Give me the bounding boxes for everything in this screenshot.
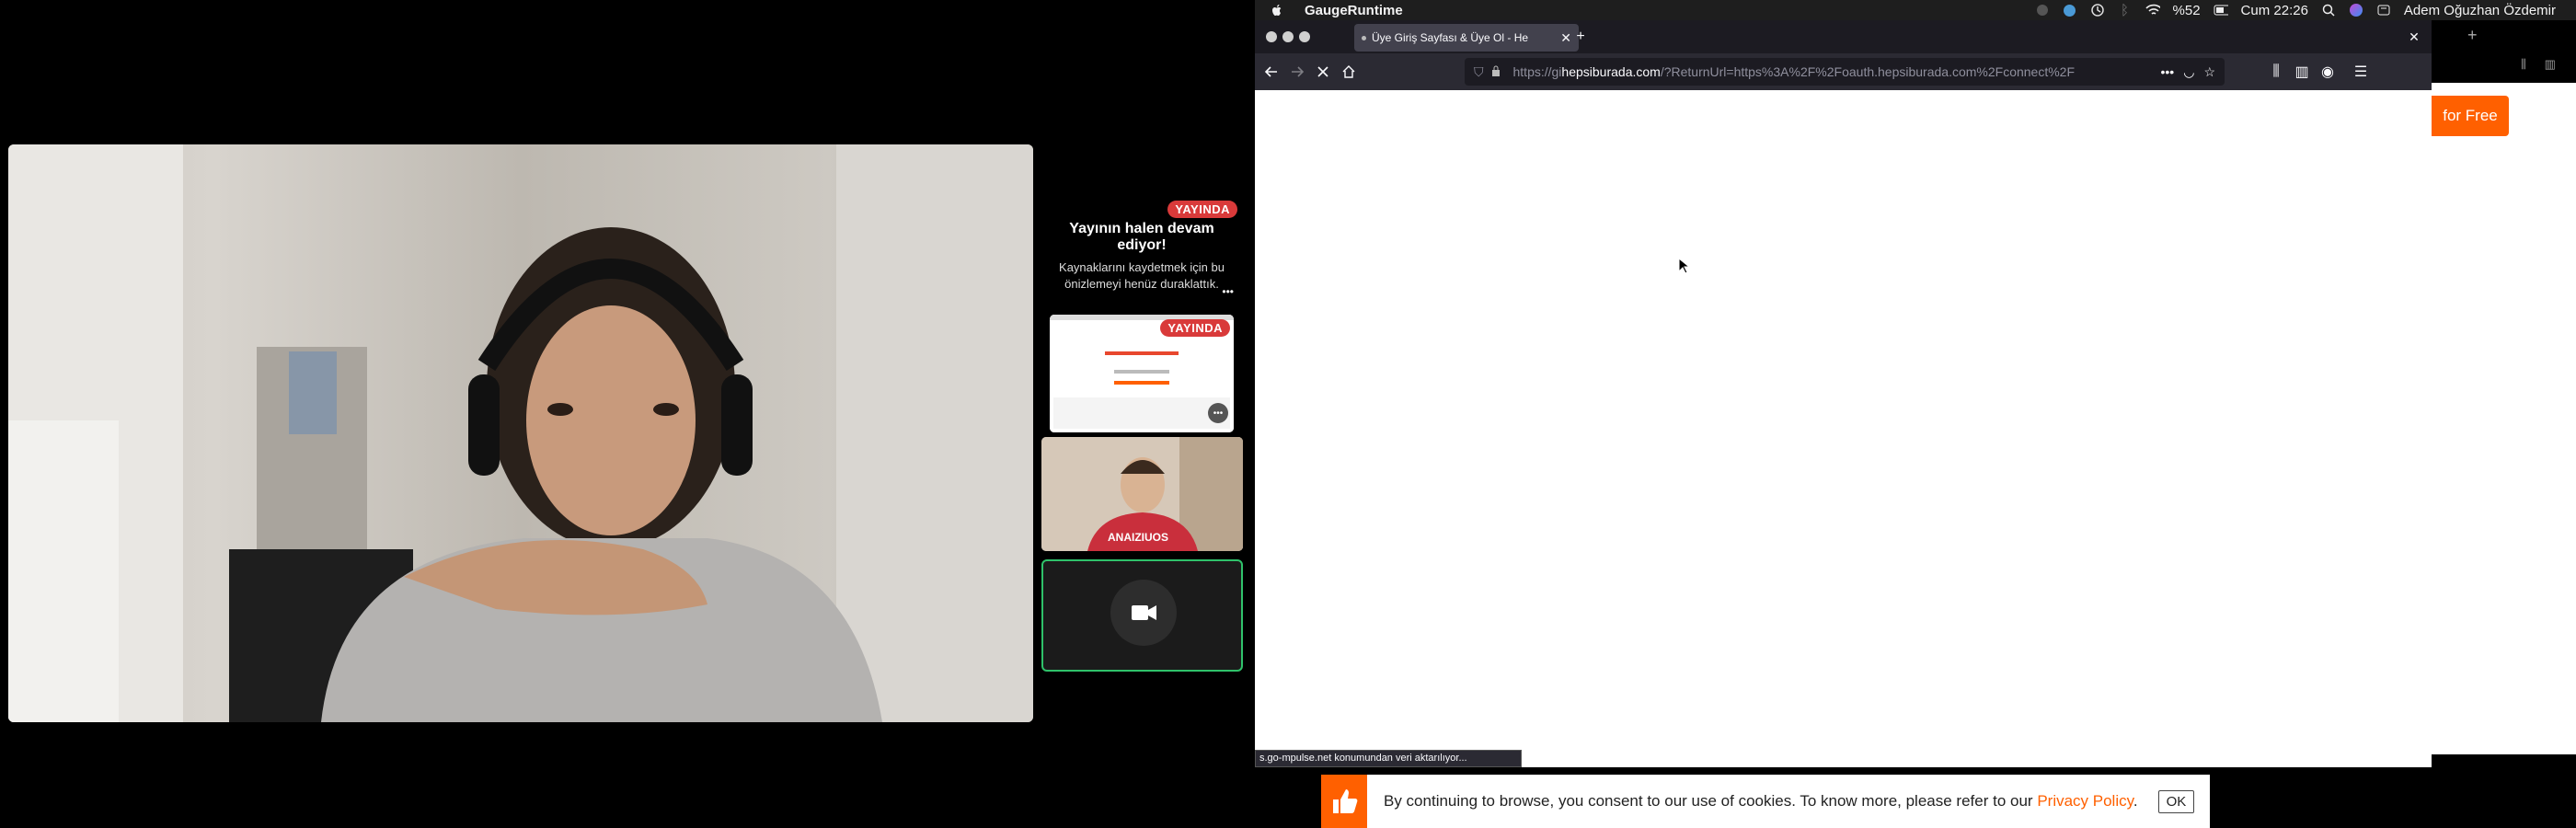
stop-loading-icon[interactable]: [1312, 61, 1334, 83]
time-machine-icon[interactable]: [2090, 3, 2105, 17]
battery-icon[interactable]: [2214, 3, 2228, 17]
cookie-consent-bar: By continuing to browse, you consent to …: [1321, 775, 2210, 828]
cookie-message: By continuing to browse, you consent to …: [1384, 792, 2138, 810]
window-close-button[interactable]: [1266, 31, 1277, 42]
speaker-video-frame: [8, 144, 1033, 722]
home-icon[interactable]: [1338, 61, 1360, 83]
camera-off-tile[interactable]: [1041, 559, 1243, 672]
window-zoom-button[interactable]: [1299, 31, 1310, 42]
loading-status-text: s.go-mpulse.net konumundan veri aktarılı…: [1255, 750, 1522, 767]
mouse-cursor-icon: [1678, 258, 1691, 274]
apple-logo-icon[interactable]: [1270, 3, 1284, 17]
mac-menu-bar: GaugeRuntime ᛒ %52 Cum 22:26 Adem Oğuzha…: [1255, 0, 2576, 20]
participant-video-tile[interactable]: ANAIZIUOS: [1041, 437, 1243, 551]
live-badge: YAYINDA: [1167, 201, 1237, 218]
menubar-clock[interactable]: Cum 22:26: [2241, 3, 2308, 18]
tracking-shield-icon[interactable]: ⛉: [1474, 64, 1484, 80]
control-center-icon[interactable]: [2376, 3, 2391, 17]
page-content-blank[interactable]: [1255, 90, 2432, 767]
more-options-button[interactable]: •••: [1222, 285, 1234, 298]
background-new-tab-icon[interactable]: +: [2467, 26, 2478, 45]
forward-arrow-icon[interactable]: [1286, 61, 1308, 83]
cookie-ok-button[interactable]: OK: [2157, 789, 2195, 813]
participant-shirt-text: ANAIZIUOS: [1108, 531, 1168, 544]
library-toolbar-icon[interactable]: ⫼: [2265, 61, 2287, 83]
thumbs-up-icon: [1321, 775, 1367, 828]
library-icon[interactable]: ⫼: [2521, 57, 2526, 71]
sidebar-toolbar-icon[interactable]: ▥: [2291, 61, 2313, 83]
record-indicator-icon[interactable]: [2035, 3, 2050, 17]
pocket-icon[interactable]: ◡: [2183, 64, 2194, 80]
hamburger-menu-icon[interactable]: ☰: [2350, 61, 2372, 83]
live-notice-text: Kaynaklarını kaydetmek için bu önizlemey…: [1059, 260, 1225, 291]
siri-icon[interactable]: [2349, 3, 2363, 17]
main-speaker-video: [8, 144, 1033, 722]
live-notice-card: YAYINDA Yayının halen devam ediyor! Kayn…: [1041, 195, 1243, 300]
bookmark-star-icon[interactable]: ☆: [2203, 64, 2215, 80]
tab-bar: Üye Giriş Sayfası & Üye Ol - He ✕ + ✕: [1255, 20, 2432, 53]
tab-login-page[interactable]: Üye Giriş Sayfası & Üye Ol - He ✕: [1354, 24, 1579, 52]
menubar-user-name[interactable]: Adem Oğuzhan Özdemir: [2404, 3, 2556, 18]
background-toolbar-icons: ⫼ ▥: [2521, 57, 2556, 72]
url-text[interactable]: https://gihepsiburada.com/?ReturnUrl=htt…: [1513, 64, 2154, 79]
tab-title: Üye Giriş Sayfası & Üye Ol - He: [1372, 31, 1529, 44]
lock-icon[interactable]: [1491, 64, 1501, 79]
account-icon[interactable]: ◉: [2317, 61, 2339, 83]
privacy-policy-link[interactable]: Privacy Policy: [2037, 792, 2133, 810]
battery-percent: %52: [2172, 2, 2201, 18]
close-window-icon[interactable]: ✕: [2403, 26, 2425, 48]
address-bar[interactable]: ⛉ https://gihepsiburada.com/?ReturnUrl=h…: [1465, 58, 2225, 86]
wifi-icon[interactable]: [2145, 3, 2160, 17]
navigation-toolbar: ⛉ https://gihepsiburada.com/?ReturnUrl=h…: [1255, 53, 2432, 90]
background-page: [2432, 83, 2576, 754]
camera-icon: [1132, 605, 1156, 620]
page-actions-icon[interactable]: •••: [2161, 64, 2175, 79]
window-minimize-button[interactable]: [1282, 31, 1294, 42]
bluetooth-icon[interactable]: ᛒ: [2118, 3, 2133, 18]
tile-options-icon[interactable]: •••: [1208, 403, 1228, 423]
back-arrow-icon[interactable]: [1260, 61, 1282, 83]
tab-loading-icon: [1362, 35, 1366, 40]
sidebar-icon[interactable]: ▥: [2545, 57, 2556, 71]
screen-share-tile[interactable]: YAYINDA •••: [1050, 315, 1234, 432]
grammarly-icon[interactable]: [2063, 3, 2077, 17]
firefox-window: Üye Giriş Sayfası & Üye Ol - He ✕ + ✕ ⛉ …: [1255, 20, 2432, 767]
sign-up-free-button[interactable]: for Free: [2432, 96, 2509, 136]
spotlight-search-icon[interactable]: [2321, 3, 2336, 17]
screen-live-badge: YAYINDA: [1160, 319, 1230, 337]
new-tab-button[interactable]: +: [1570, 26, 1592, 48]
active-app-name[interactable]: GaugeRuntime: [1305, 3, 1403, 18]
live-notice-title: Yayının halen devam ediyor!: [1069, 221, 1214, 253]
